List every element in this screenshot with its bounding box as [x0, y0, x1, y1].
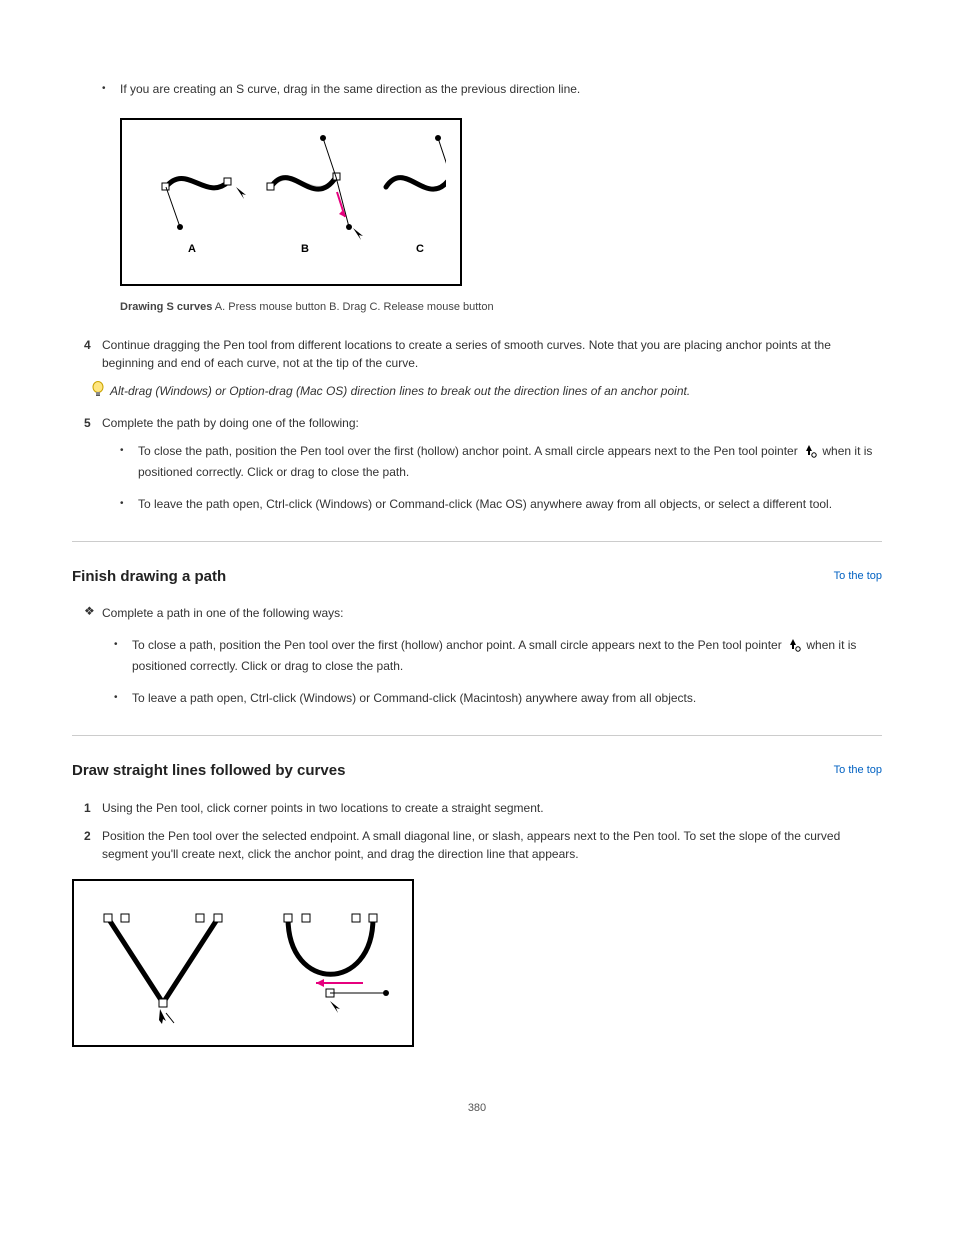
divider [72, 735, 882, 736]
tip-alt-drag: Alt-drag (Windows) or Option-drag (Mac O… [90, 382, 882, 400]
sec3-step-1: 1 Using the Pen tool, click corner point… [84, 799, 882, 817]
divider [72, 541, 882, 542]
to-top-link[interactable]: To the top [834, 568, 882, 585]
figure1-caption: Drawing S curves A. Press mouse button B… [120, 299, 882, 316]
lightbulb-icon [90, 380, 110, 400]
step-4: 4 Continue dragging the Pen tool from di… [84, 336, 882, 372]
step5-bullet-open: • To leave the path open, Ctrl-click (Wi… [120, 495, 882, 513]
pen-close-icon [787, 638, 801, 657]
figure-s-curve: A B [120, 118, 462, 286]
heading-straight-then-curve: Draw straight lines followed by curves [72, 760, 882, 783]
svg-text:C: C [416, 243, 424, 255]
finish-close-bullet: • To close a path, position the Pen tool… [114, 636, 882, 675]
page-number: 380 [72, 1100, 882, 1117]
to-top-link[interactable]: To the top [834, 762, 882, 779]
heading-finish-path: Finish drawing a path [72, 566, 882, 589]
figure-straight-curve [72, 879, 414, 1047]
bullet-dot: • [102, 80, 120, 98]
svg-text:A: A [188, 243, 196, 255]
diamond-icon: ❖ [84, 604, 102, 618]
bullet-s-curve: • If you are creating an S curve, drag i… [102, 80, 882, 98]
pen-close-icon [803, 444, 817, 463]
step5-bullet-close: • To close the path, position the Pen to… [120, 442, 882, 481]
svg-text:B: B [301, 243, 309, 255]
step-5: 5 Complete the path by doing one of the … [84, 414, 882, 432]
finish-open-bullet: • To leave a path open, Ctrl-click (Wind… [114, 689, 882, 707]
bullet-s-curve-text: If you are creating an S curve, drag in … [120, 80, 882, 98]
finish-path-intro: ❖ Complete a path in one of the followin… [84, 604, 882, 622]
tip-text: Alt-drag (Windows) or Option-drag (Mac O… [110, 382, 690, 400]
sec3-step-2: 2 Position the Pen tool over the selecte… [84, 827, 882, 863]
